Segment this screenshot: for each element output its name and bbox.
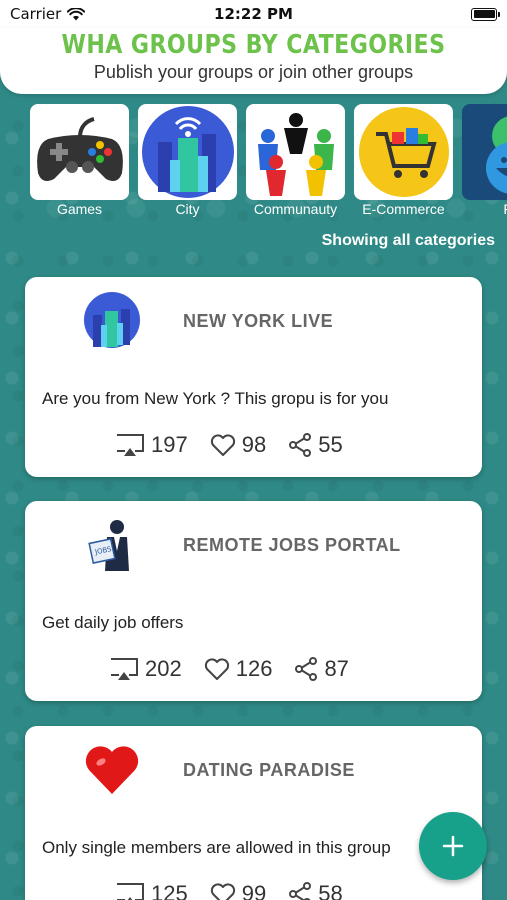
city-icon [83, 291, 141, 349]
shares-stat[interactable]: 58 [288, 881, 343, 900]
shares-count: 87 [324, 656, 349, 681]
group-stats: 202 126 87 [109, 656, 349, 682]
category-fun[interactable]: Fu [462, 104, 507, 224]
heart-icon [83, 740, 141, 798]
group-title: DATING PARADISE [183, 760, 355, 780]
plus-icon [442, 835, 464, 857]
group-title: NEW YORK LIVE [183, 311, 334, 331]
likes-count: 99 [241, 881, 267, 900]
group-description: Are you from New York ? This gropu is fo… [42, 389, 389, 408]
group-card[interactable]: JOBS REMOTE JOBS PORTAL Get daily job of… [25, 501, 482, 701]
carrier-label: Carrier [10, 5, 62, 23]
group-card[interactable]: DATING PARADISE Only single members are … [25, 726, 482, 900]
category-label: Fu [462, 201, 507, 217]
category-label: Communauty [253, 201, 338, 217]
smiley-icon [462, 104, 507, 200]
views-count: 202 [145, 656, 182, 681]
category-carousel[interactable]: Games City Communauty E-Commerce [0, 104, 507, 224]
shopping-cart-icon [354, 104, 453, 200]
community-icon [246, 104, 345, 200]
page-subtitle: Publish your groups or join other groups [93, 62, 414, 82]
job-seeker-icon: JOBS [83, 515, 141, 573]
category-label: Games [56, 201, 103, 217]
gamepad-icon [30, 104, 129, 200]
likes-count: 98 [241, 432, 267, 457]
views-stat: 202 [109, 656, 182, 682]
share-icon [295, 657, 318, 681]
group-description: Only single members are allowed in this … [42, 838, 391, 857]
group-description: Get daily job offers [42, 613, 184, 632]
views-stat: 197 [115, 432, 188, 458]
category-e-commerce[interactable]: E-Commerce [354, 104, 453, 224]
shares-stat[interactable]: 87 [294, 656, 349, 682]
category-label: City [175, 201, 200, 217]
add-group-button[interactable] [419, 812, 487, 880]
share-icon [289, 433, 312, 457]
views-count: 125 [151, 881, 188, 900]
likes-stat[interactable]: 98 [210, 432, 266, 458]
category-label: E-Commerce [362, 201, 445, 217]
views-icon [117, 883, 144, 900]
wifi-icon [67, 7, 86, 20]
category-games[interactable]: Games [30, 104, 129, 224]
header: WHA GROUPS BY CATEGORIES Publish your gr… [0, 28, 507, 94]
likes-stat[interactable]: 99 [210, 881, 266, 900]
city-icon [138, 104, 237, 200]
battery-icon [471, 7, 500, 21]
page-title: WHA GROUPS BY CATEGORIES [61, 30, 446, 60]
shares-stat[interactable]: 55 [288, 432, 343, 458]
views-icon [117, 434, 144, 456]
shares-count: 58 [318, 881, 343, 900]
group-stats: 125 99 58 [115, 881, 343, 900]
views-count: 197 [151, 432, 188, 457]
status-time: 12:22 PM [214, 5, 293, 23]
likes-count: 126 [235, 656, 273, 681]
heart-outline-icon [210, 883, 235, 900]
heart-outline-icon [210, 434, 235, 456]
group-card[interactable]: NEW YORK LIVE Are you from New York ? Th… [25, 277, 482, 477]
status-bar: Carrier 12:22 PM [0, 0, 507, 28]
showing-categories-label: Showing all categories [321, 232, 495, 249]
status-left: Carrier [10, 5, 86, 23]
category-communauty[interactable]: Communauty [246, 104, 345, 224]
category-city[interactable]: City [138, 104, 237, 224]
group-title: REMOTE JOBS PORTAL [183, 535, 401, 555]
heart-outline-icon [204, 658, 229, 680]
share-icon [289, 882, 312, 900]
shares-count: 55 [318, 432, 343, 457]
views-stat: 125 [115, 881, 188, 900]
group-stats: 197 98 55 [115, 432, 343, 458]
likes-stat[interactable]: 126 [204, 656, 273, 682]
views-icon [111, 658, 138, 680]
